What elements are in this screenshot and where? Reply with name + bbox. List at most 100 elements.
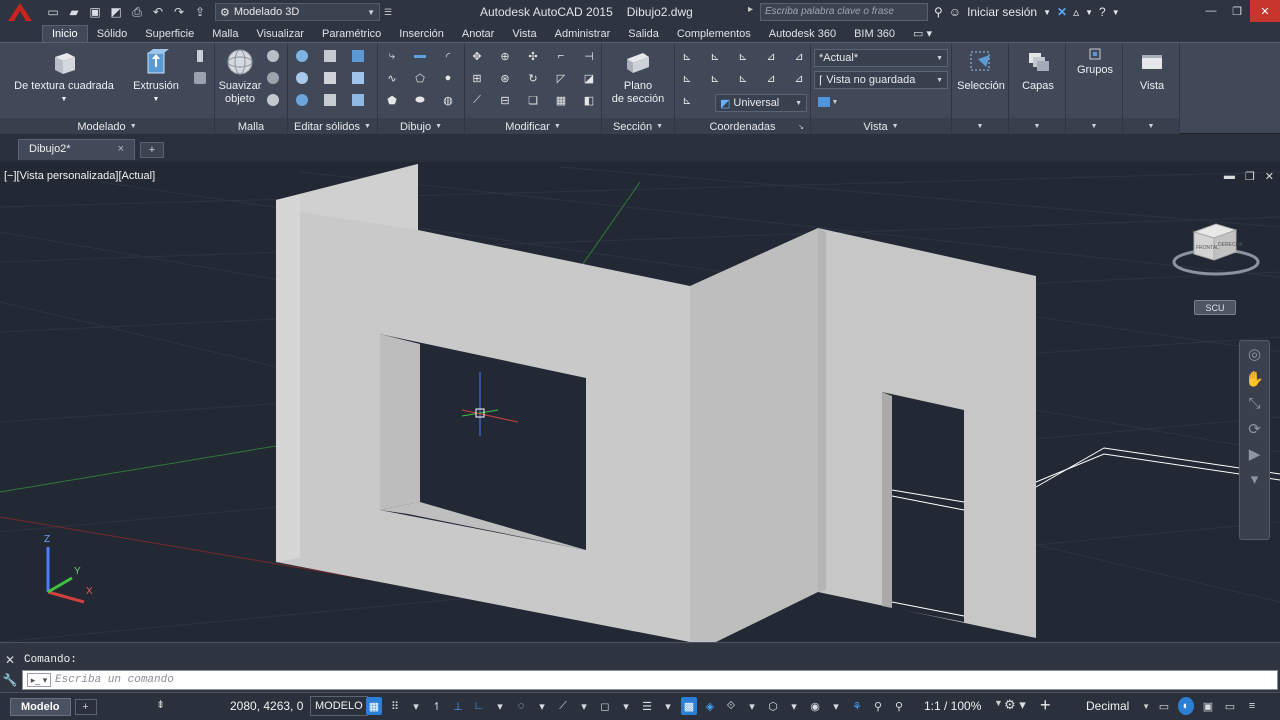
trim-icon[interactable]: ⊣	[581, 47, 597, 65]
copy-icon[interactable]: ❏	[525, 91, 541, 109]
layers-button[interactable]: Capas	[1012, 47, 1064, 93]
section-plane-button[interactable]: Plano de sección	[608, 47, 668, 106]
export-icon[interactable]: ⇪	[191, 3, 209, 21]
ribbon-options-icon[interactable]: ▭ ▾	[904, 25, 941, 42]
panel-title-vista-btn[interactable]: ▼	[1123, 118, 1179, 135]
rotate-icon[interactable]: ↻	[525, 69, 541, 87]
intersect-icon[interactable]	[294, 91, 310, 109]
polyline-icon[interactable]: ⤷	[384, 47, 400, 65]
3d-osnap-icon[interactable]: ⟐	[723, 697, 739, 715]
fillet-edge-icon[interactable]	[322, 91, 338, 109]
clean-screen-icon[interactable]: ▭	[1222, 697, 1238, 715]
panel-title-vista[interactable]: Vista ▼	[811, 118, 951, 135]
gizmo-icon[interactable]: ⚘	[849, 697, 865, 715]
tab-complementos[interactable]: Complementos	[668, 25, 760, 42]
viewport-config-icon[interactable]: ▼	[815, 93, 841, 111]
orbit-icon[interactable]: ⟳	[1240, 416, 1269, 441]
application-menu-button[interactable]	[0, 0, 40, 24]
redo-icon[interactable]: ↷	[170, 3, 188, 21]
print-icon[interactable]: ⎙	[128, 3, 146, 21]
ucs-face-icon[interactable]: ⊾	[679, 69, 695, 87]
scale-gizmo-icon[interactable]: ⊞	[469, 69, 485, 87]
thicken-icon[interactable]	[350, 91, 366, 109]
hardware-acceleration-icon[interactable]: ▣	[1200, 697, 1216, 715]
extrusion-button[interactable]: Extrusión ▼	[128, 47, 184, 106]
polygon-icon[interactable]: ⬠	[412, 69, 428, 87]
line-icon[interactable]	[412, 47, 428, 65]
navbar-options-icon[interactable]: ▾	[1240, 466, 1269, 491]
chamfer-icon[interactable]: ◸	[553, 69, 569, 87]
dialog-launcher-icon[interactable]: ↘	[798, 123, 804, 131]
file-tab-dibujo2[interactable]: Dibujo2* ×	[18, 139, 135, 160]
showmotion-icon[interactable]: ▶	[1240, 441, 1269, 466]
close-tab-icon[interactable]: ×	[118, 143, 124, 157]
add-layout-button[interactable]: +	[74, 698, 97, 715]
search-expand-icon[interactable]: ▸	[748, 4, 753, 15]
close-icon[interactable]: ✕	[1250, 0, 1280, 22]
panel-title-malla[interactable]: Malla	[215, 118, 287, 135]
pan-hand-icon[interactable]: ✋	[1240, 366, 1269, 391]
annotation-visibility-icon[interactable]: ⚲	[870, 697, 886, 715]
tab-parametrico[interactable]: Paramétrico	[313, 25, 390, 42]
tab-superficie[interactable]: Superficie	[136, 25, 203, 42]
save-icon[interactable]: ▣	[86, 3, 104, 21]
offset-icon[interactable]: ⟋	[469, 91, 485, 109]
infer-constraints-icon[interactable]: ↿	[429, 697, 445, 715]
rotate-gizmo-icon[interactable]: ⊕	[497, 47, 513, 65]
chevron-down-icon[interactable]: ▼	[1085, 8, 1093, 17]
polar-tracking-icon[interactable]: ∟	[471, 697, 487, 715]
tab-salida[interactable]: Salida	[619, 25, 668, 42]
viewport-controls-label[interactable]: [−][Vista personalizada][Actual]	[4, 170, 155, 182]
chevron-down-icon[interactable]: ▾	[660, 697, 676, 715]
panel-title-modificar[interactable]: Modificar ▼	[465, 118, 601, 135]
tab-administrar[interactable]: Administrar	[546, 25, 620, 42]
pentagon-icon[interactable]: ⬟	[384, 91, 400, 109]
coordinates-readout[interactable]: 2080, 4263, 0	[230, 699, 303, 713]
tab-autodesk-360[interactable]: Autodesk 360	[760, 25, 845, 42]
auto-scale-icon[interactable]: ⚲	[891, 697, 907, 715]
tab-solido[interactable]: Sólido	[88, 25, 137, 42]
ucs-world-icon[interactable]: ⊾	[707, 47, 723, 65]
annotation-monitor-icon[interactable]: +	[1040, 695, 1051, 716]
tab-malla[interactable]: Malla	[203, 25, 247, 42]
viewcube[interactable]: FRONTAL DERECHA	[1170, 220, 1262, 280]
ucs-view-icon[interactable]: ⊿	[763, 69, 779, 87]
align-icon[interactable]: ⊛	[497, 69, 513, 87]
customization-icon[interactable]: ≡	[1244, 697, 1260, 715]
tab-inicio[interactable]: Inicio	[42, 25, 88, 42]
layout-tabs-menu-icon[interactable]: ⇟	[156, 698, 165, 711]
object-snap-icon[interactable]: ◻	[597, 697, 613, 715]
panel-title-grupos[interactable]: ▼	[1066, 118, 1122, 135]
search-input[interactable]: Escriba palabra clave o frase	[760, 3, 928, 21]
minimize-icon[interactable]: —	[1198, 0, 1224, 22]
ucs-x-icon[interactable]: ⊿	[763, 47, 779, 65]
command-prompt-icon[interactable]: ▸_ ▾	[27, 673, 51, 687]
ucs-zaxis-icon[interactable]: ⊾	[735, 69, 751, 87]
binoculars-icon[interactable]: ⚲	[934, 5, 943, 19]
chevron-down-icon[interactable]: ▾	[408, 697, 424, 715]
visual-style-dropdown[interactable]: *Actual* ▼	[814, 49, 948, 67]
union-icon[interactable]	[294, 47, 310, 65]
chevron-down-icon[interactable]: ▾	[618, 697, 634, 715]
chevron-down-icon[interactable]: ▾	[492, 697, 508, 715]
model-space-button[interactable]: MODELO	[310, 696, 368, 716]
signin-link[interactable]: Iniciar sesión	[967, 5, 1037, 19]
lineweight-icon[interactable]: ☰	[639, 697, 655, 715]
extrude-faces-icon[interactable]	[322, 69, 338, 87]
panel-title-modelado[interactable]: Modelado ▼	[0, 118, 214, 135]
ortho-icon[interactable]: ⊥	[450, 697, 466, 715]
smooth-object-button[interactable]: Suavizar objeto	[217, 47, 263, 106]
chevron-down-icon[interactable]: ▾	[534, 697, 550, 715]
panel-title-coordenadas[interactable]: Coordenadas ↘	[675, 118, 810, 135]
chevron-down-icon[interactable]: ▼	[994, 698, 1003, 708]
tab-vista[interactable]: Vista	[503, 25, 545, 42]
selection-cycling-icon[interactable]: ◈	[702, 697, 718, 715]
customize-qat-icon[interactable]: ☰	[384, 7, 398, 18]
subtract-icon[interactable]	[294, 69, 310, 87]
named-view-dropdown[interactable]: ⌈ Vista no guardada ▼	[814, 71, 948, 89]
object-snap-tracking-icon[interactable]: ⟋	[555, 697, 571, 715]
chevron-down-icon[interactable]: ▾	[576, 697, 592, 715]
new-tab-button[interactable]: +	[140, 142, 164, 158]
chevron-down-icon[interactable]: ▾	[744, 697, 760, 715]
wrench-icon[interactable]: 🔧	[3, 673, 18, 687]
